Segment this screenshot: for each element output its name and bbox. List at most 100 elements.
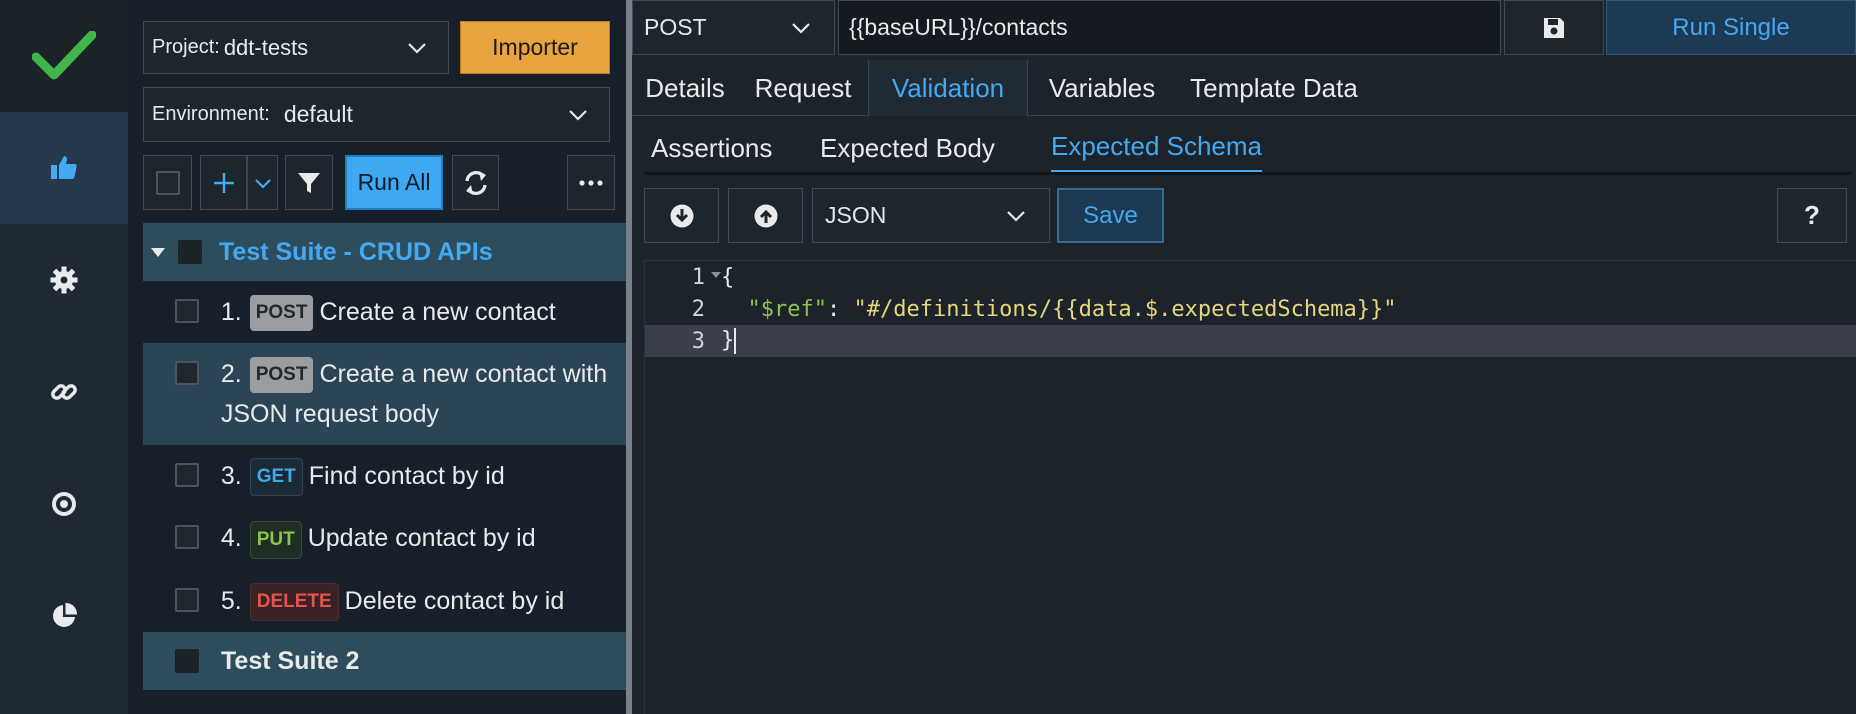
rail-item-reports[interactable] — [0, 560, 128, 672]
link-icon — [51, 384, 77, 400]
chevron-down-icon — [569, 110, 587, 121]
code-text: { — [721, 264, 735, 290]
suite-title: Test Suite 2 — [221, 646, 360, 675]
chevron-down-icon — [792, 23, 810, 34]
fold-arrow-icon[interactable] — [711, 271, 721, 278]
case-body: 4. PUT Update contact by id — [221, 507, 626, 569]
method-badge: DELETE — [249, 583, 339, 622]
case-checkbox[interactable] — [175, 361, 199, 385]
case-name: Update contact by id — [307, 524, 536, 553]
suite-title: Test Suite - CRUD APIs — [219, 237, 493, 266]
more-icon — [579, 179, 603, 186]
case-number: 4. — [220, 524, 242, 553]
test-case-row[interactable]: 1. POST Create a new contact — [143, 281, 626, 343]
upload-button[interactable] — [728, 188, 803, 243]
project-label: Project: — [152, 36, 220, 58]
test-case-row-selected[interactable]: 2. POST Create a new contact with JSON req… — [143, 343, 626, 445]
gear-icon — [50, 266, 78, 294]
method-badge: POST — [249, 295, 314, 332]
refresh-button[interactable] — [452, 155, 499, 210]
checkmark-icon — [32, 31, 96, 80]
case-number: 1. — [220, 298, 242, 326]
chevron-down-icon — [408, 43, 426, 54]
subtab-assertions[interactable]: Assertions — [651, 122, 772, 174]
importer-button[interactable]: Importer — [460, 21, 610, 74]
filter-button[interactable] — [285, 155, 333, 210]
text-cursor — [734, 328, 737, 354]
method-badge: GET — [249, 458, 303, 497]
case-body: 5. DELETE Delete contact by id — [221, 570, 626, 632]
code-text: } — [721, 328, 737, 354]
tab-variables[interactable]: Variables — [1028, 60, 1176, 116]
more-button[interactable] — [567, 155, 615, 210]
code-line: 2 "$ref": "#/definitions/{{data.$.expect… — [645, 293, 1856, 325]
case-number: 5. — [220, 586, 242, 615]
save-request-button[interactable] — [1504, 0, 1604, 55]
subtab-divider — [644, 172, 1852, 175]
suite-row[interactable]: Test Suite - CRUD APIs — [143, 223, 626, 281]
suite-checkbox[interactable] — [178, 240, 202, 264]
rail-item-integrations[interactable] — [0, 336, 128, 448]
case-number: 2. — [220, 360, 242, 388]
project-value: ddt-tests — [223, 34, 309, 60]
json-key: "$ref" — [747, 296, 827, 322]
format-select[interactable]: JSON — [812, 188, 1050, 243]
case-name: Create a new contact — [319, 298, 556, 326]
case-name: Delete contact by id — [344, 586, 565, 615]
select-all-box[interactable] — [143, 155, 192, 210]
schema-editor[interactable]: 1 { 2 "$ref": "#/definitions/{{data.$.ex… — [644, 260, 1856, 714]
rail-item-tests[interactable] — [0, 112, 128, 224]
filter-icon — [298, 172, 320, 193]
save-schema-button[interactable]: Save — [1057, 188, 1164, 243]
floppy-disk-icon — [1544, 17, 1564, 38]
add-test-dropdown[interactable] — [247, 155, 278, 210]
method-badge: PUT — [249, 520, 302, 559]
test-tree: Test Suite - CRUD APIs 1. POST Create a ne… — [143, 223, 626, 691]
test-case-row[interactable]: 5. DELETE Delete contact by id — [143, 570, 626, 632]
method-select[interactable]: POST — [632, 0, 835, 55]
case-body: 3. GET Find contact by id — [221, 445, 626, 507]
arrow-up-circle-icon — [754, 204, 777, 227]
case-checkbox[interactable] — [175, 299, 199, 323]
refresh-icon — [464, 170, 487, 195]
add-test-button[interactable] — [200, 155, 247, 210]
tab-request[interactable]: Request — [738, 60, 868, 116]
code-line-current: 3 } — [645, 325, 1856, 357]
run-all-button[interactable]: Run All — [345, 155, 443, 210]
case-checkbox[interactable] — [175, 587, 199, 612]
request-tabs: Details Request Validation Variables Tem… — [632, 60, 1856, 116]
select-all-checkbox[interactable] — [155, 170, 180, 195]
help-button[interactable]: ? — [1777, 188, 1847, 243]
environment-label: Environment: — [152, 103, 270, 125]
arrow-down-circle-icon — [670, 204, 693, 227]
tab-details[interactable]: Details — [632, 60, 738, 116]
run-single-button[interactable]: Run Single — [1606, 0, 1856, 55]
case-name: Find contact by id — [308, 462, 505, 490]
icon-rail — [0, 0, 128, 714]
app-logo[interactable] — [0, 0, 128, 112]
rail-item-targets[interactable] — [0, 448, 128, 560]
subtab-expected-body[interactable]: Expected Body — [820, 122, 995, 174]
caret-down-icon[interactable] — [151, 247, 165, 257]
test-case-row[interactable]: 4. PUT Update contact by id — [143, 507, 626, 569]
url-input[interactable] — [838, 0, 1501, 55]
download-button[interactable] — [644, 188, 719, 243]
line-number: 1 — [645, 265, 721, 290]
case-checkbox[interactable] — [175, 463, 199, 487]
rail-item-settings[interactable] — [0, 224, 128, 336]
test-case-row[interactable]: 3. GET Find contact by id — [143, 445, 626, 507]
suite-row[interactable]: Test Suite 2 — [143, 632, 626, 691]
case-checkbox[interactable] — [175, 525, 199, 550]
pie-chart-icon — [53, 602, 78, 627]
code-text: "$ref": "#/definitions/{{data.$.expected… — [747, 296, 1397, 322]
suite-checkbox[interactable] — [175, 649, 199, 674]
subtab-expected-schema[interactable]: Expected Schema — [1051, 122, 1263, 174]
project-select[interactable]: Project: ddt-tests — [143, 21, 449, 74]
tab-validation[interactable]: Validation — [868, 60, 1028, 116]
tab-template-data[interactable]: Template Data — [1176, 60, 1372, 116]
method-badge: POST — [249, 357, 314, 394]
line-number: 2 — [691, 296, 705, 322]
plus-icon — [213, 172, 234, 193]
test-sidebar: Project: ddt-tests Importer Environment:… — [128, 0, 626, 714]
environment-select[interactable]: Environment: default — [143, 87, 610, 142]
